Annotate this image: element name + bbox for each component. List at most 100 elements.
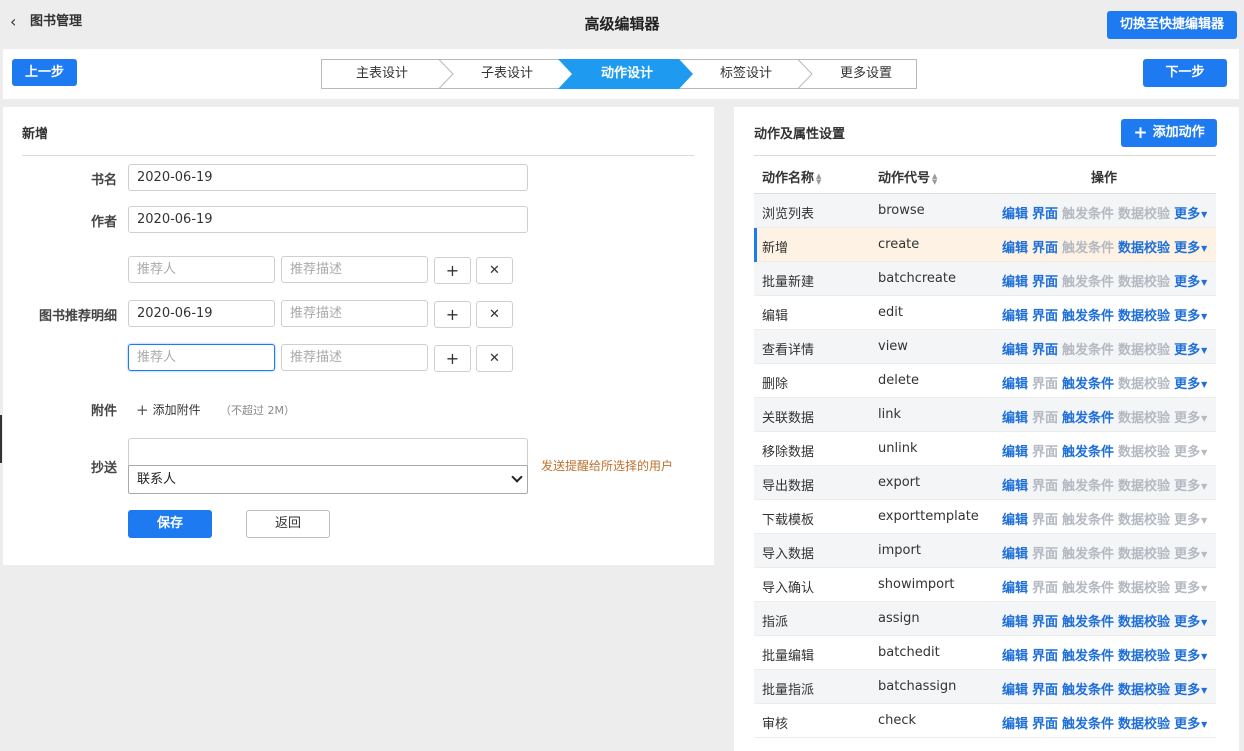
validate-link[interactable]: 数据校验 [1118,377,1170,392]
ui-link[interactable]: 界面 [1032,445,1058,460]
validate-link[interactable]: 数据校验 [1118,581,1170,596]
recommender-input[interactable]: 推荐人 [128,344,275,371]
back-link[interactable]: ‹ 图书管理 [10,12,82,32]
more-link[interactable]: 更多▼ [1174,479,1207,494]
trigger-link[interactable]: 触发条件 [1062,445,1114,460]
edit-link[interactable]: 编辑 [1002,411,1028,426]
validate-link[interactable]: 数据校验 [1118,717,1170,732]
add-row-button[interactable]: + [434,345,471,372]
trigger-link[interactable]: 触发条件 [1062,547,1114,562]
table-row[interactable]: 审核 check 编辑 界面 触发条件 数据校验 更多▼ [754,704,1216,738]
edit-link[interactable]: 编辑 [1002,377,1028,392]
cc-input[interactable] [128,438,528,466]
ui-link[interactable]: 界面 [1032,649,1058,664]
more-link[interactable]: 更多▼ [1174,683,1207,698]
validate-link[interactable]: 数据校验 [1118,683,1170,698]
more-link[interactable]: 更多▼ [1174,547,1207,562]
more-link[interactable]: 更多▼ [1174,207,1207,222]
edit-link[interactable]: 编辑 [1002,275,1028,290]
validate-link[interactable]: 数据校验 [1118,513,1170,528]
table-row[interactable]: 导入数据 import 编辑 界面 触发条件 数据校验 更多▼ [754,534,1216,568]
ui-link[interactable]: 界面 [1032,547,1058,562]
recommend-desc-input[interactable]: 推荐描述 [281,300,428,327]
trigger-link[interactable]: 触发条件 [1062,241,1114,256]
ui-link[interactable]: 界面 [1032,275,1058,290]
ui-link[interactable]: 界面 [1032,207,1058,222]
ui-link[interactable]: 界面 [1032,683,1058,698]
edit-link[interactable]: 编辑 [1002,717,1028,732]
more-link[interactable]: 更多▼ [1174,581,1207,596]
validate-link[interactable]: 数据校验 [1118,445,1170,460]
validate-link[interactable]: 数据校验 [1118,241,1170,256]
more-link[interactable]: 更多▼ [1174,377,1207,392]
validate-link[interactable]: 数据校验 [1118,207,1170,222]
validate-link[interactable]: 数据校验 [1118,275,1170,290]
trigger-link[interactable]: 触发条件 [1062,411,1114,426]
validate-link[interactable]: 数据校验 [1118,649,1170,664]
validate-link[interactable]: 数据校验 [1118,547,1170,562]
table-row[interactable]: 指派 assign 编辑 界面 触发条件 数据校验 更多▼ [754,602,1216,636]
ui-link[interactable]: 界面 [1032,309,1058,324]
table-row[interactable]: 编辑 edit 编辑 界面 触发条件 数据校验 更多▼ [754,296,1216,330]
trigger-link[interactable]: 触发条件 [1062,309,1114,324]
more-link[interactable]: 更多▼ [1174,241,1207,256]
more-link[interactable]: 更多▼ [1174,513,1207,528]
ui-link[interactable]: 界面 [1032,581,1058,596]
table-row[interactable]: 浏览列表 browse 编辑 界面 触发条件 数据校验 更多▼ [754,194,1216,228]
more-link[interactable]: 更多▼ [1174,445,1207,460]
step-tag-design[interactable]: 标签设计 [685,59,807,89]
ui-link[interactable]: 界面 [1032,479,1058,494]
save-button[interactable]: 保存 [128,510,212,538]
edit-link[interactable]: 编辑 [1002,445,1028,460]
switch-editor-button[interactable]: 切换至快捷编辑器 [1107,11,1237,39]
edit-link[interactable]: 编辑 [1002,615,1028,630]
ui-link[interactable]: 界面 [1032,343,1058,358]
trigger-link[interactable]: 触发条件 [1062,649,1114,664]
remove-row-button[interactable]: ✕ [476,301,513,328]
trigger-link[interactable]: 触发条件 [1062,377,1114,392]
table-row[interactable]: 导出数据 export 编辑 界面 触发条件 数据校验 更多▼ [754,466,1216,500]
edit-link[interactable]: 编辑 [1002,581,1028,596]
table-row[interactable]: 下载模板 exporttemplate 编辑 界面 触发条件 数据校验 更多▼ [754,500,1216,534]
validate-link[interactable]: 数据校验 [1118,309,1170,324]
ui-link[interactable]: 界面 [1032,411,1058,426]
ui-link[interactable]: 界面 [1032,241,1058,256]
more-link[interactable]: 更多▼ [1174,615,1207,630]
edit-link[interactable]: 编辑 [1002,513,1028,528]
validate-link[interactable]: 数据校验 [1118,479,1170,494]
ui-link[interactable]: 界面 [1032,513,1058,528]
add-action-button[interactable]: + 添加动作 [1121,119,1217,147]
trigger-link[interactable]: 触发条件 [1062,479,1114,494]
add-row-button[interactable]: + [434,301,471,328]
validate-link[interactable]: 数据校验 [1118,343,1170,358]
trigger-link[interactable]: 触发条件 [1062,513,1114,528]
edit-link[interactable]: 编辑 [1002,207,1028,222]
more-link[interactable]: 更多▼ [1174,717,1207,732]
edit-link[interactable]: 编辑 [1002,683,1028,698]
step-action-design[interactable]: 动作设计 [566,59,688,89]
table-row[interactable]: 新增 create 编辑 界面 触发条件 数据校验 更多▼ [754,228,1216,262]
table-row[interactable]: 导入确认 showimport 编辑 界面 触发条件 数据校验 更多▼ [754,568,1216,602]
remove-row-button[interactable]: ✕ [476,345,513,372]
edit-link[interactable]: 编辑 [1002,343,1028,358]
more-link[interactable]: 更多▼ [1174,275,1207,290]
table-row[interactable]: 批量指派 batchassign 编辑 界面 触发条件 数据校验 更多▼ [754,670,1216,704]
edit-link[interactable]: 编辑 [1002,241,1028,256]
ui-link[interactable]: 界面 [1032,717,1058,732]
more-link[interactable]: 更多▼ [1174,411,1207,426]
table-row[interactable]: 批量新建 batchcreate 编辑 界面 触发条件 数据校验 更多▼ [754,262,1216,296]
trigger-link[interactable]: 触发条件 [1062,343,1114,358]
table-row[interactable]: 关联数据 link 编辑 界面 触发条件 数据校验 更多▼ [754,398,1216,432]
add-attachment-button[interactable]: + 添加附件 [136,401,201,418]
table-row[interactable]: 查看详情 view 编辑 界面 触发条件 数据校验 更多▼ [754,330,1216,364]
validate-link[interactable]: 数据校验 [1118,411,1170,426]
add-row-button[interactable]: + [434,257,471,284]
next-step-button[interactable]: 下一步 [1143,59,1227,87]
recommender-input[interactable]: 2020-06-19 [128,300,275,327]
cc-contact-select[interactable]: 联系人 [128,465,528,494]
book-name-input[interactable]: 2020-06-19 [128,164,528,191]
more-link[interactable]: 更多▼ [1174,343,1207,358]
edit-link[interactable]: 编辑 [1002,309,1028,324]
more-link[interactable]: 更多▼ [1174,649,1207,664]
author-input[interactable]: 2020-06-19 [128,206,528,233]
